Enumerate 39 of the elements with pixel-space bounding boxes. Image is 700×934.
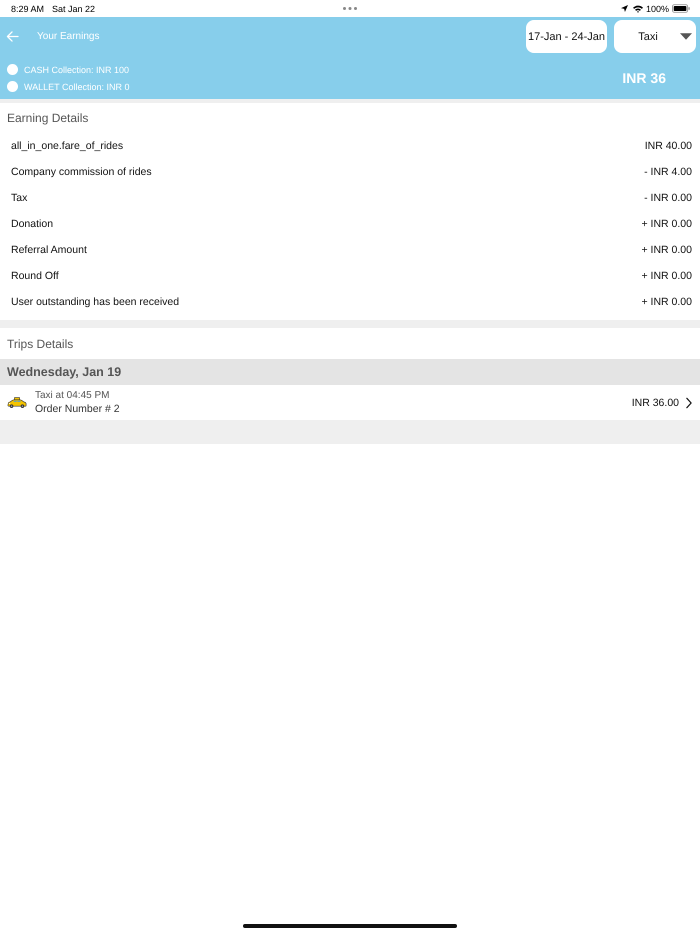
collection-label: WALLET Collection: INR 0 [24,82,130,92]
earning-label: Donation [11,218,54,230]
total-earnings: INR 36 [622,70,666,86]
earning-amount: + INR 0.00 [642,218,692,230]
order-number: Order Number # 2 [35,403,120,415]
collection-label: CASH Collection: INR 100 [24,64,130,74]
vehicle-type-dropdown[interactable]: Taxi [614,20,696,53]
date-header: Wednesday, Jan 19 [0,359,700,385]
chevron-right-icon [686,396,692,408]
earning-label: User outstanding has been received [11,296,180,308]
status-time: 8:29 AM [11,4,44,14]
earning-amount: - INR 4.00 [644,166,692,178]
earning-label: Tax [11,192,28,204]
section-title: Trips Details [6,336,74,352]
status-date: Sat Jan 22 [52,4,96,14]
earning-label: Company commission of rides [11,166,152,178]
earning-label: all_in_one.fare_of_rides [11,140,124,152]
page-title: Your Earnings [37,31,100,42]
date-range-button[interactable]: 17-Jan - 24-Jan [526,20,607,53]
trip-row[interactable]: Taxi at 04:45 PM Order Number # 2 INR 36.00 [0,385,700,420]
taxi-icon [7,396,27,408]
earning-amount: + INR 0.00 [642,296,692,308]
earning-amount: + INR 0.00 [642,244,692,256]
bullet-dot-icon [7,64,18,75]
earning-label: Round Off [11,270,59,282]
wifi-icon [632,4,643,12]
trip-amount: INR 36.00 [632,396,679,408]
earning-label: Referral Amount [11,244,87,256]
battery-icon [672,4,690,13]
earning-amount: + INR 0.00 [642,270,692,282]
trip-time: Taxi at 04:45 PM [35,390,110,401]
battery-percent: 100% [646,4,669,14]
multitasking-dots-icon[interactable] [343,7,357,10]
section-title: Earning Details [6,110,90,127]
earning-amount: INR 40.00 [644,140,692,152]
caret-icon [680,33,692,40]
earning-amount: - INR 0.00 [644,192,692,204]
bullet-dot-icon [7,81,18,92]
location-arrow-icon [620,5,628,12]
